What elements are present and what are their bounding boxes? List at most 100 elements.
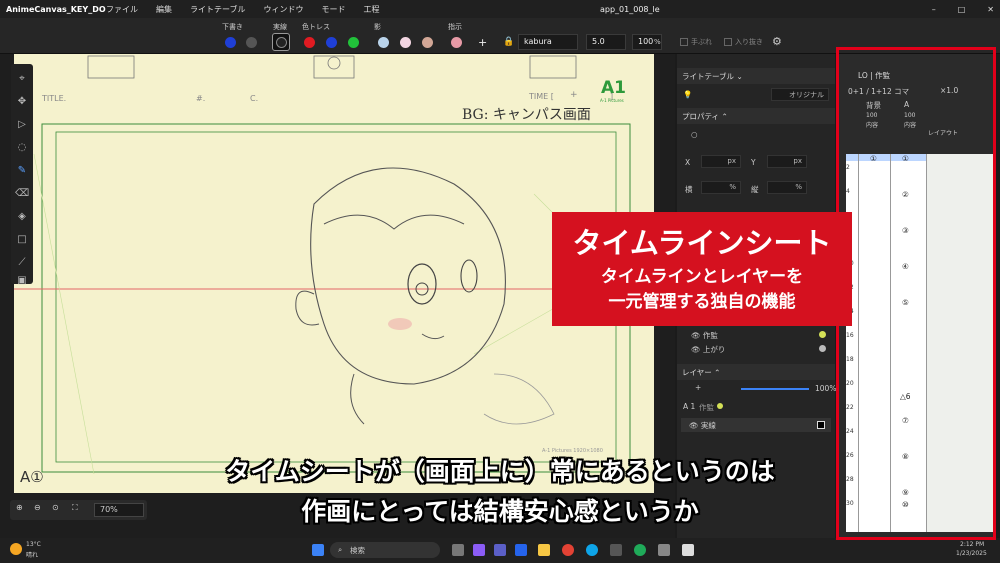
chrome-icon[interactable] xyxy=(562,544,574,556)
lasso-icon[interactable]: ◌ xyxy=(15,141,29,155)
app-title: AnimeCanvas_KEY_DO xyxy=(6,4,106,14)
taskbar: 13°C 晴れ ⌕ 検索 2:12 PM 1/23/2025 xyxy=(0,538,1000,563)
studio-logo-sub: A-1 Pictures xyxy=(600,98,624,103)
move-icon[interactable]: ✥ xyxy=(15,95,29,109)
group-label-iro: 色トレス xyxy=(302,23,330,31)
menu-file[interactable]: ファイル xyxy=(106,4,138,15)
lighttable-header[interactable]: ライトテーブル ⌄ xyxy=(677,68,835,84)
height-input[interactable]: % xyxy=(767,181,807,194)
original-select[interactable]: オリジナル xyxy=(771,88,829,101)
cut-label: C. xyxy=(250,94,259,103)
teams-icon[interactable] xyxy=(494,544,506,556)
app-icon[interactable] xyxy=(634,544,646,556)
height-label: 縦 xyxy=(751,185,759,194)
search-box[interactable]: ⌕ 検索 xyxy=(330,542,440,558)
banner-line2: 一元管理する独自の機能 xyxy=(608,292,796,312)
color-swatch[interactable] xyxy=(225,37,236,48)
width-label: 横 xyxy=(685,185,693,194)
title-bar: AnimeCanvas_KEY_DO ファイル 編集 ライトテーブル ウィンドウ… xyxy=(0,0,1000,18)
color-swatch[interactable] xyxy=(246,37,257,48)
color-swatch[interactable] xyxy=(451,37,462,48)
taskview-icon[interactable] xyxy=(452,544,464,556)
layer-agari[interactable]: 👁 上がり xyxy=(691,344,725,355)
subtitle-line1: タイムシートが（画面上に）常にあるというのは xyxy=(225,457,775,486)
properties-header[interactable]: プロパティ ⌃ xyxy=(677,108,835,124)
scene-label: #. xyxy=(196,94,206,103)
layer-group: A 1 xyxy=(683,402,696,411)
color-swatch[interactable] xyxy=(348,37,359,48)
maximize-button[interactable]: □ xyxy=(958,5,966,14)
fill-icon[interactable]: ◈ xyxy=(15,210,29,224)
close-button[interactable]: ✕ xyxy=(987,5,994,14)
settings-icon[interactable] xyxy=(658,544,670,556)
color-swatch[interactable] xyxy=(326,37,337,48)
gear-icon[interactable]: ⚙ xyxy=(772,35,782,48)
ruler-icon[interactable]: ⟋ xyxy=(15,256,29,270)
document-title: app_01_008_le xyxy=(600,4,660,14)
windows-start-icon[interactable] xyxy=(312,544,324,556)
edge-icon[interactable] xyxy=(586,544,598,556)
layers-header[interactable]: レイヤー ⌃ xyxy=(677,364,835,380)
x-input[interactable]: px xyxy=(701,155,741,168)
bulb-icon[interactable]: 💡 xyxy=(683,90,692,99)
banner-title: タイムラインシート xyxy=(572,226,832,260)
weather-desc: 晴れ xyxy=(26,552,39,559)
group-label-shita: 下書き xyxy=(222,23,243,31)
color-swatch[interactable] xyxy=(378,37,389,48)
menu-bar: ファイル 編集 ライトテーブル ウィンドウ モード 工程 xyxy=(106,4,380,15)
layer-group-name: 作監 xyxy=(699,403,714,412)
rect-icon[interactable]: □ xyxy=(15,233,29,247)
layer-sakkan[interactable]: 👁 作監 xyxy=(691,330,718,341)
y-input[interactable]: px xyxy=(767,155,807,168)
layer-opacity-slider[interactable] xyxy=(741,388,809,390)
layer-opacity-value: 100% xyxy=(815,384,837,393)
word-icon[interactable] xyxy=(515,544,527,556)
tebure-checkbox[interactable]: 手ぶれ xyxy=(680,37,712,47)
app-icon[interactable] xyxy=(610,544,622,556)
group-label-jissen: 実線 xyxy=(273,23,287,31)
eraser-icon[interactable]: ⌫ xyxy=(15,187,29,201)
pointer-icon[interactable]: ▷ xyxy=(15,118,29,132)
menu-process[interactable]: 工程 xyxy=(364,4,380,15)
subtitle-line2: 作画にとっては結構安心感というか xyxy=(301,497,699,526)
menu-lighttable[interactable]: ライトテーブル xyxy=(190,4,246,15)
studio-logo: A1 xyxy=(601,78,626,98)
tool-palette: ⌖ ✥ ▷ ◌ ✎ ⌫ ◈ □ ⟋ ▣ xyxy=(11,64,33,286)
select-icon[interactable]: ⌖ xyxy=(15,72,29,86)
layer-jissen[interactable]: 👁 実線 xyxy=(681,418,831,432)
search-icon: ⌕ xyxy=(338,545,343,554)
title-label: TITLE. xyxy=(42,94,67,103)
color-swatch[interactable] xyxy=(422,37,433,48)
copilot-icon[interactable] xyxy=(473,544,485,556)
brush-select[interactable]: kabura xyxy=(518,34,578,50)
menu-edit[interactable]: 編集 xyxy=(156,4,172,15)
y-label: Y xyxy=(751,158,756,167)
add-color-button[interactable]: + xyxy=(478,36,487,49)
weather-temp: 13°C xyxy=(26,541,41,548)
opacity-unit: % xyxy=(654,38,661,46)
color-swatch[interactable] xyxy=(304,37,315,48)
folder-icon[interactable] xyxy=(538,544,550,556)
time-plus: + xyxy=(570,90,578,100)
time-label: TIME [ xyxy=(529,92,554,101)
brush-size-input[interactable]: 5.0 xyxy=(586,34,626,50)
group-label-shiji: 指示 xyxy=(448,23,462,31)
width-input[interactable]: % xyxy=(701,181,741,194)
color-swatch[interactable] xyxy=(400,37,411,48)
banner-line1: タイムラインとレイヤーを xyxy=(600,267,804,287)
x-label: X xyxy=(685,158,691,167)
feature-banner: タイムラインシート タイムラインとレイヤーを 一元管理する独自の機能 xyxy=(552,212,852,326)
group-label-kage: 影 xyxy=(374,23,381,31)
add-layer-button[interactable]: + xyxy=(695,383,701,392)
menu-window[interactable]: ウィンドウ xyxy=(264,4,304,15)
irinuki-checkbox[interactable]: 入り抜き xyxy=(724,37,763,47)
clock-time: 2:12 PM xyxy=(960,541,985,548)
pen-icon[interactable]: ✎ xyxy=(15,164,29,178)
selected-color-swatch[interactable] xyxy=(272,33,290,51)
lock-icon[interactable]: 🔒 xyxy=(503,37,514,47)
weather-icon[interactable] xyxy=(10,543,22,555)
menu-mode[interactable]: モード xyxy=(322,4,346,15)
image-icon[interactable]: ▣ xyxy=(15,274,29,288)
minimize-button[interactable]: – xyxy=(932,5,936,14)
animecanvas-icon[interactable] xyxy=(682,544,694,556)
